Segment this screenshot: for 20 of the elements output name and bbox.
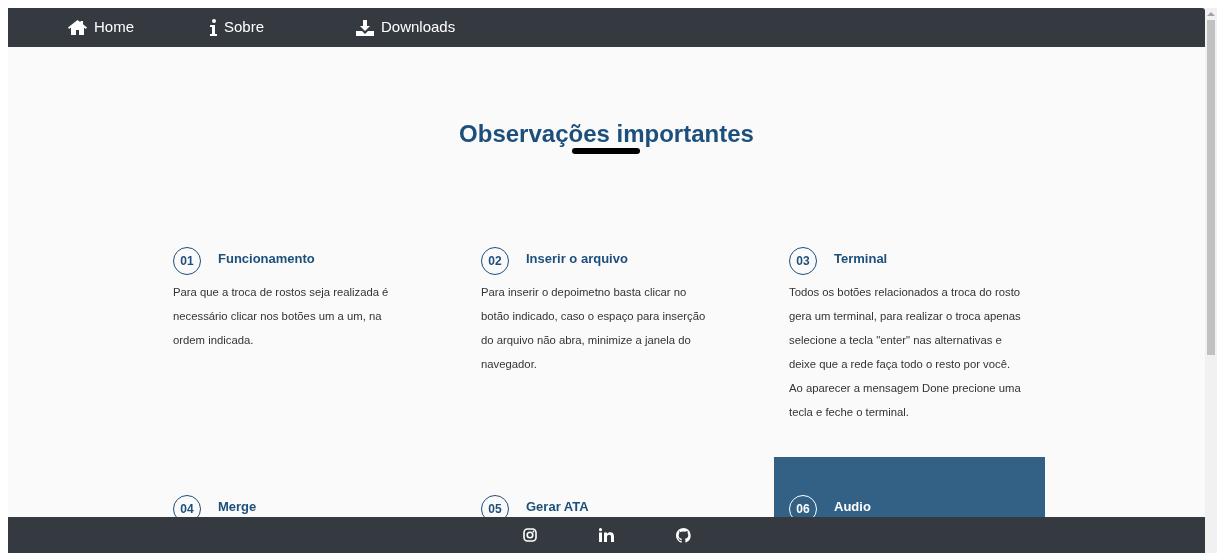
card-text: Para que a troca de rostos seja realizada é necessário clicar nos botões um a um, na ordem indicada.	[173, 285, 390, 348]
instagram-icon[interactable]	[522, 528, 537, 542]
nav-link[interactable]: Downloads	[356, 16, 476, 39]
card-title: Funcionamento	[218, 250, 315, 269]
nav-link[interactable]: Sobre	[210, 16, 356, 39]
info-icon	[210, 19, 217, 36]
github-icon[interactable]	[675, 527, 691, 543]
card-title: Gerar ATA	[526, 498, 589, 517]
home-icon	[68, 20, 87, 35]
heading-underline	[572, 148, 641, 154]
card-title: Merge	[218, 498, 257, 517]
linkedin-icon[interactable]	[598, 528, 614, 542]
download-icon	[356, 19, 374, 36]
card-text: Todos os botões relacionados a troca do rosto gera um terminal, para realizar o troca apenas selecione a tecla "enter" nas alternativas e deixe que a rede faça todo o resto por você. Ao aparecer a mensagem Done precione uma tecla e feche o terminal.	[789, 285, 1022, 420]
nav-link[interactable]: Home	[68, 16, 210, 39]
card-title: Terminal	[834, 250, 888, 269]
card-title: Inserir o arquivo	[526, 250, 628, 269]
card-title: Audio	[834, 498, 871, 517]
page-heading: Observações importantes	[459, 119, 754, 149]
card-text: Para inserir o depoimetno basta clicar no botão indicado, caso o espaço para inserção do arquivo não abra, minimize a janela do navegador.	[481, 285, 707, 372]
